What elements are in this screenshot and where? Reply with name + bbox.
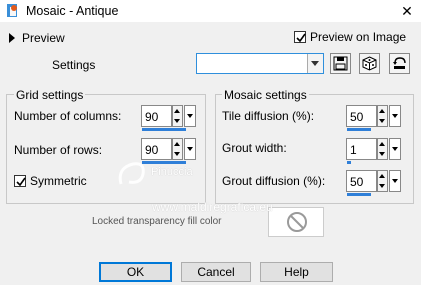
tile-diffusion-stepper[interactable] (377, 105, 388, 127)
rows-stepper[interactable] (172, 138, 183, 160)
grout-diffusion-stepper[interactable] (377, 170, 388, 192)
grout-width-spinbox[interactable]: 1 (346, 138, 401, 164)
transparency-color-swatch[interactable] (268, 207, 324, 237)
tile-diffusion-progress-bar (347, 128, 371, 131)
tile-diffusion-input[interactable]: 50 (346, 105, 377, 127)
rows-label: Number of rows: (14, 143, 103, 157)
preview-label: Preview (22, 31, 65, 45)
app-icon (6, 3, 20, 19)
checkbox-box[interactable] (14, 175, 26, 187)
rows-input[interactable]: 90 (141, 138, 172, 160)
save-preset-button[interactable] (330, 53, 351, 74)
window-title: Mosaic - Antique (26, 4, 119, 18)
tile-diffusion-dropdown-button[interactable] (389, 105, 401, 127)
reset-icon (393, 57, 406, 69)
close-icon[interactable]: ✕ (398, 2, 416, 20)
grout-diffusion-spinbox[interactable]: 50 (346, 170, 401, 196)
columns-spinbox[interactable]: 90 (141, 105, 196, 131)
columns-progress-bar (142, 128, 186, 131)
tile-diffusion-label: Tile diffusion (%): (222, 109, 315, 123)
watermark-url: www.maldiregrafica.eu (152, 200, 273, 214)
grout-width-stepper[interactable] (377, 138, 388, 160)
rows-spinbox[interactable]: 90 (141, 138, 196, 164)
settings-dropdown[interactable] (196, 53, 324, 74)
preview-on-image-label: Preview on Image (310, 30, 407, 44)
watermark-name: Pinuccia (151, 166, 193, 178)
grout-width-progress-bar (347, 161, 351, 164)
preview-expander[interactable]: Preview (9, 31, 65, 45)
rows-dropdown-button[interactable] (184, 138, 196, 160)
chevron-down-icon[interactable] (307, 54, 323, 73)
save-icon (333, 56, 348, 71)
grout-diffusion-dropdown-button[interactable] (389, 170, 401, 192)
expand-triangle-icon (9, 33, 15, 43)
help-button[interactable]: Help (260, 262, 333, 282)
tile-diffusion-spinbox[interactable]: 50 (346, 105, 401, 131)
dice-icon (362, 56, 377, 71)
symmetric-label: Symmetric (30, 174, 87, 188)
grout-diffusion-progress-bar (347, 193, 371, 196)
watermark-swirl-icon (118, 162, 145, 185)
columns-dropdown-button[interactable] (184, 105, 196, 127)
columns-stepper[interactable] (172, 105, 183, 127)
locked-transparency-label: Locked transparency fill color (92, 216, 222, 227)
columns-label: Number of columns: (14, 109, 122, 123)
grout-width-input[interactable]: 1 (346, 138, 377, 160)
mosaic-settings-title: Mosaic settings (222, 88, 309, 102)
ok-button[interactable]: OK (99, 262, 172, 282)
grid-settings-title: Grid settings (14, 88, 86, 102)
columns-input[interactable]: 90 (141, 105, 172, 127)
randomize-button[interactable] (359, 53, 380, 74)
checkbox-box[interactable] (294, 31, 306, 43)
grout-width-label: Grout width: (222, 141, 287, 155)
grout-diffusion-input[interactable]: 50 (346, 170, 377, 192)
no-entry-icon (287, 212, 307, 232)
cancel-button[interactable]: Cancel (181, 262, 251, 282)
preview-on-image-checkbox[interactable]: Preview on Image (294, 30, 406, 44)
reset-button[interactable] (389, 53, 410, 74)
symmetric-checkbox[interactable]: Symmetric (14, 174, 87, 188)
settings-label: Settings (52, 58, 96, 72)
grout-diffusion-label: Grout diffusion (%): (222, 174, 326, 188)
grout-width-dropdown-button[interactable] (389, 138, 401, 160)
